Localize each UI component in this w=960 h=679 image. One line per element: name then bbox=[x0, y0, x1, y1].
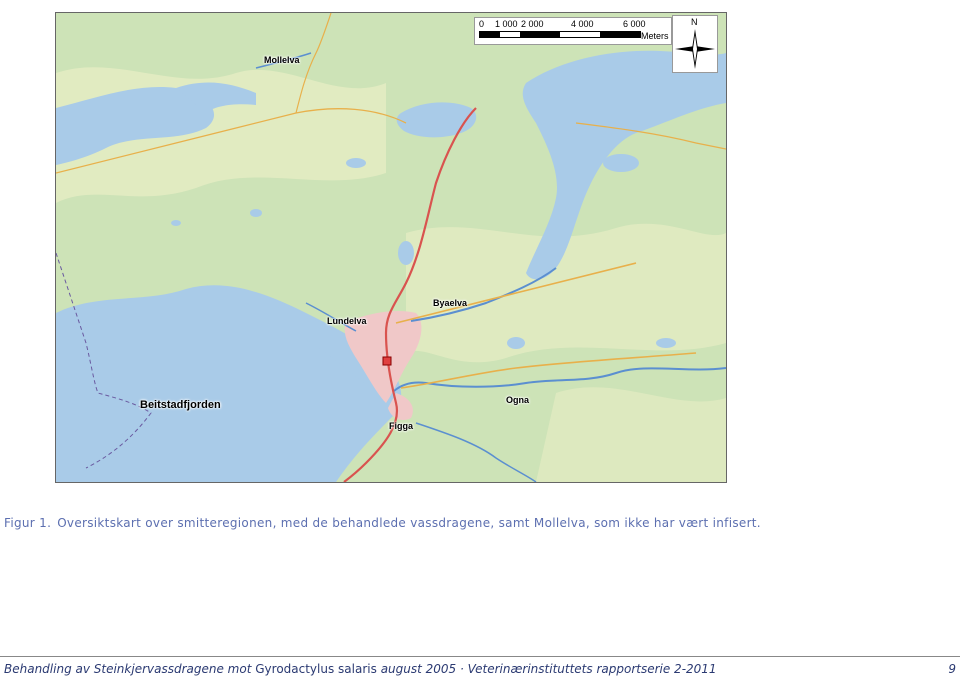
scale-bar: 0 1 000 2 000 4 000 6 000 Meters bbox=[474, 17, 672, 45]
compass-icon bbox=[675, 29, 715, 69]
figure-caption-text: Oversiktskart over smitteregionen, med d… bbox=[57, 516, 761, 530]
label-ogna: Ogna bbox=[506, 395, 530, 405]
scale-bar-graphic bbox=[479, 31, 641, 38]
label-mollelva: Mollelva bbox=[264, 55, 300, 65]
overview-map: Mollelva Byaelva Lundelva Beitstadfjorde… bbox=[55, 12, 727, 483]
footer-report-title: Behandling av Steinkjervassdragene mot bbox=[4, 662, 252, 676]
figure-caption: Figur 1. Oversiktskart over smitteregione… bbox=[4, 516, 954, 530]
scale-unit: Meters bbox=[641, 31, 669, 41]
label-figga: Figga bbox=[389, 421, 413, 431]
north-label: N bbox=[691, 17, 698, 27]
figure-label: Figur 1. bbox=[4, 516, 52, 530]
scale-tick-1000: 1 000 bbox=[495, 19, 518, 29]
north-arrow: N bbox=[672, 15, 718, 73]
label-beitstadfjorden: Beitstadfjorden bbox=[140, 399, 221, 411]
footer-divider bbox=[0, 656, 960, 657]
scale-tick-4000: 4 000 bbox=[571, 19, 594, 29]
footer-series: august 2005 · Veterinærinstituttets rapp… bbox=[380, 662, 717, 676]
label-byaelva: Byaelva bbox=[433, 298, 468, 308]
footer-species: Gyrodactylus salaris bbox=[255, 662, 377, 676]
scale-tick-6000: 6 000 bbox=[623, 19, 646, 29]
label-lundelva: Lundelva bbox=[327, 316, 367, 326]
map-graphic bbox=[56, 13, 726, 482]
page-number: 9 bbox=[948, 662, 956, 676]
page-footer: Behandling av Steinkjervassdragene mot G… bbox=[4, 662, 956, 676]
scale-tick-0: 0 bbox=[479, 19, 485, 29]
scale-tick-2000: 2 000 bbox=[521, 19, 544, 29]
